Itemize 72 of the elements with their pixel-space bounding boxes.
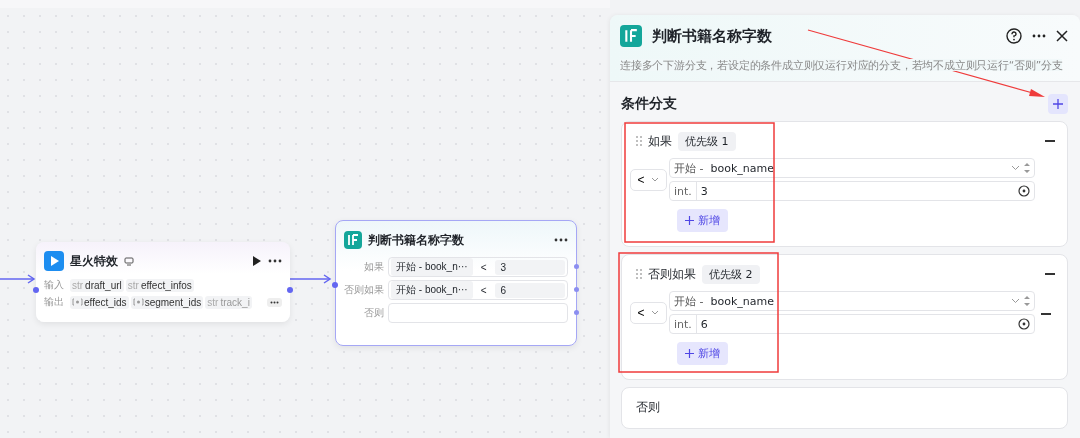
branch-label: 否则如果 — [344, 283, 384, 297]
parameter-tag: str draft_url — [70, 278, 124, 292]
branch-label: 否则如果 — [648, 265, 696, 283]
more-icon[interactable] — [268, 259, 282, 263]
array-icon — [132, 298, 144, 306]
node-title: 判断书籍名称字数 — [368, 231, 464, 249]
plus-icon — [685, 216, 694, 225]
panel-description: 连接多个下游分支，若设定的条件成立则仅运行对应的分支，若均不成立则只运行“否则”分支 — [620, 59, 1063, 71]
stepper-icon[interactable] — [1024, 162, 1030, 174]
operator-select[interactable]: < — [630, 301, 667, 324]
add-condition-button[interactable]: 新增 — [677, 342, 728, 365]
branch-label: 如果 — [363, 260, 384, 274]
output-port[interactable] — [287, 287, 293, 293]
target-icon[interactable] — [1018, 318, 1030, 330]
input-port[interactable] — [33, 287, 39, 293]
more-icon — [270, 300, 279, 304]
connector-arrow — [0, 274, 36, 284]
drag-handle-icon[interactable] — [636, 269, 642, 279]
chevron-down-icon — [1011, 165, 1020, 171]
output-port[interactable] — [574, 310, 579, 315]
input-port[interactable] — [332, 282, 338, 288]
more-button[interactable] — [267, 297, 282, 307]
device-icon — [124, 256, 134, 266]
array-icon — [72, 298, 83, 306]
if-logo-icon — [620, 25, 642, 47]
variable-select[interactable]: 开始 - book_name — [669, 291, 1035, 311]
priority-tag: 优先级 1 — [678, 131, 736, 151]
value-field[interactable]: int. 3 — [669, 181, 1035, 201]
if-logo-icon — [344, 231, 362, 249]
plus-icon — [685, 349, 694, 358]
condition-box[interactable]: 开始 - book_n··· < 3 — [388, 257, 568, 277]
output-port[interactable] — [574, 287, 579, 292]
operator-select[interactable]: < — [630, 168, 667, 191]
play-icon[interactable] — [252, 255, 262, 267]
condition-node[interactable]: 判断书籍名称字数 如果 开始 - book_n··· < 3 否则如果 开始 - book_n··· < 6 否则 — [335, 220, 577, 346]
branch-label: 如果 — [648, 132, 672, 150]
add-button[interactable] — [1048, 94, 1068, 114]
output-port[interactable] — [574, 264, 579, 269]
target-icon[interactable] — [1018, 185, 1030, 197]
parameter-tag: str track_i — [205, 295, 252, 309]
branch-label: 否则 — [636, 398, 660, 416]
plus-icon — [1053, 99, 1063, 109]
stepper-icon[interactable] — [1024, 295, 1030, 307]
variable-tag: 开始 - book_n··· — [391, 281, 473, 299]
parameter-tag: effect_ids — [70, 295, 129, 309]
panel-title: 判断书籍名称字数 — [652, 26, 772, 46]
operator-text: < — [479, 261, 488, 273]
value-tag: 6 — [494, 282, 565, 298]
value-field[interactable]: int. 6 — [669, 314, 1035, 334]
outputs-label: 输出 — [44, 295, 65, 309]
variable-tag: 开始 - book_n··· — [391, 258, 473, 276]
effect-node[interactable]: 星火特效 输入 str draft_url str effect_infos 输出 effect_ids segment_ids str track_i — [36, 242, 290, 322]
priority-tag: 优先级 2 — [702, 264, 760, 284]
node-title: 星火特效 — [70, 252, 118, 270]
condition-box[interactable]: 开始 - book_n··· < 6 — [388, 280, 568, 300]
parameter-tag: str effect_infos — [125, 278, 194, 292]
close-icon[interactable] — [1056, 30, 1068, 42]
operator-text: < — [479, 284, 488, 296]
chevron-down-icon — [651, 310, 660, 315]
play-logo-icon — [44, 251, 64, 271]
help-icon[interactable] — [1006, 28, 1022, 44]
value-tag: 3 — [494, 259, 565, 275]
section-title: 条件分支 — [621, 95, 677, 113]
branch-label: 否则 — [363, 306, 384, 320]
more-icon[interactable] — [1032, 34, 1046, 38]
add-condition-button[interactable]: 新增 — [677, 209, 728, 232]
drag-handle-icon[interactable] — [636, 136, 642, 146]
inputs-label: 输入 — [44, 278, 65, 292]
chevron-down-icon — [1011, 298, 1020, 304]
parameter-tag: segment_ids — [130, 295, 204, 309]
more-icon[interactable] — [554, 238, 568, 242]
chevron-down-icon — [651, 177, 660, 182]
